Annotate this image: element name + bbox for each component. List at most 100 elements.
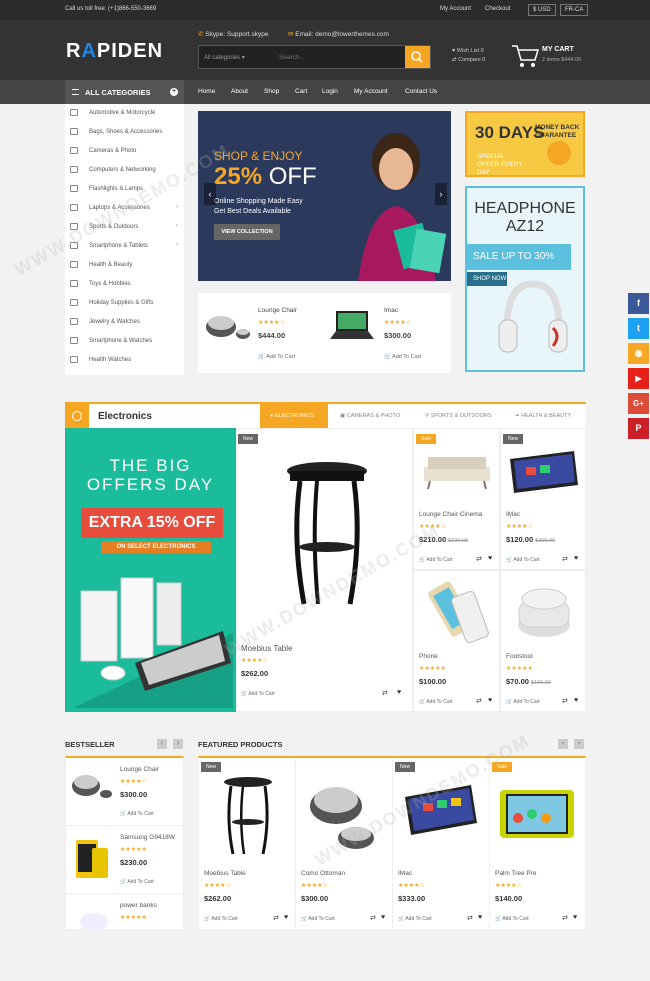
nav-login[interactable]: Login [322,88,338,95]
checkout-link[interactable]: Checkout [485,6,510,12]
product-name[interactable]: Footstool [506,653,533,660]
add-to-cart-button[interactable]: 🛒 Add To Cart [204,916,238,922]
featured-prev-button[interactable]: ‹ [558,739,568,749]
view-collection-button[interactable]: VIEW COLLECTION [214,224,280,240]
compare-icon[interactable]: ⇄ [382,689,388,697]
language-select[interactable]: FR-CA [560,4,589,16]
headphone-banner[interactable]: HEADPHONEAZ12 SALE UP TO 30% OFF SHOP NO… [465,186,585,372]
tab-sports[interactable]: ⚲ SPORTS & OUTDOORS [425,404,510,428]
nav-about[interactable]: About [231,88,248,95]
slider-prev-button[interactable]: ‹ [204,183,216,205]
add-to-cart-button[interactable]: 🛒 Add To Cart [495,916,529,922]
mini-cart[interactable]: MY CART 2 items $444.00 [510,42,585,70]
heart-icon[interactable]: ♥ [381,914,385,921]
product-name[interactable]: IMac [506,511,520,518]
product-name[interactable]: Lounge Chair Cinema [419,511,482,518]
product-card[interactable]: New IMac ★★★★☆ $120.00 $300.00 🛒 Add To … [500,428,586,570]
product-name[interactable]: power banks [120,902,157,909]
nav-my-account[interactable]: My Account [354,88,388,95]
add-to-cart-button[interactable]: 🛒 Add To Cart [120,879,154,885]
heart-icon[interactable]: ♥ [478,914,482,921]
product-card[interactable]: Phone ★★★★★ $100.00 🛒 Add To Cart ⇄ ♥ [413,570,500,712]
add-to-cart-button[interactable]: 🛒 Add To Cart [258,354,295,360]
sidebar-item-automotive[interactable]: Automotive & Motorcycle [65,104,184,123]
compare-link[interactable]: ⇄ Compare 0 [452,56,485,65]
nav-cart[interactable]: Cart [295,88,307,95]
compare-icon[interactable]: ⇄ [273,914,279,922]
product-name[interactable]: Samsung G9418W [120,834,175,841]
compare-icon[interactable]: ⇄ [476,555,482,563]
add-to-cart-button[interactable]: 🛒 Add To Cart [419,699,453,705]
youtube-button[interactable]: ▶ [628,368,649,389]
add-to-cart-button[interactable]: 🛒 Add To Cart [120,811,154,817]
heart-icon[interactable]: ♥ [573,914,577,921]
product-name[interactable]: Moebius Table [204,870,246,877]
search-input[interactable] [279,49,399,65]
tab-electronics[interactable]: ● ELECTRONICS [260,404,328,428]
sidebar-item-cameras[interactable]: Cameras & Photo [65,142,184,161]
product-card[interactable]: Sale Lounge Chair Cinema ★★★★☆ $210.00 $… [413,428,500,570]
list-item[interactable]: power banks ★★★★★ [66,894,185,930]
add-to-cart-button[interactable]: 🛒 Add To Cart [419,557,453,563]
slider-next-button[interactable]: › [435,183,447,205]
bestseller-next-button[interactable]: › [173,739,183,749]
sidebar-item-health-watches[interactable]: Health Watches [65,351,184,370]
nav-contact-us[interactable]: Contact Us [405,88,437,95]
sidebar-item-bags[interactable]: Bags, Shoes & Accessories [65,123,184,142]
money-back-banner[interactable]: 30 DAYS MONEY BACK GUARANTEE SPECIAL OFF… [465,111,585,177]
product-card[interactable]: Sale Palm Tree Pre ★★★★☆ $140.00 🛒 Add T… [490,758,585,930]
search-button[interactable] [405,46,430,68]
product-name[interactable]: Lounge Chair [258,307,297,314]
compare-icon[interactable]: ⇄ [562,914,568,922]
product-card[interactable]: Footstool ★★★★★ $70.00 $100.00 🛒 Add To … [500,570,586,712]
featured-next-button[interactable]: › [574,739,584,749]
sidebar-item-toys[interactable]: Toys & Hobbies [65,275,184,294]
add-to-cart-button[interactable]: 🛒 Add To Cart [506,699,540,705]
add-to-cart-button[interactable]: 🛒 Add To Cart [398,916,432,922]
product-name[interactable]: Lounge Chair [120,766,159,773]
compare-icon[interactable]: ⇄ [467,914,473,922]
list-item[interactable]: Lounge Chair ★★★★☆ $300.00 🛒 Add To Cart [66,758,185,826]
add-to-cart-button[interactable]: 🛒 Add To Cart [384,354,421,360]
hero-slider[interactable]: SHOP & ENJOY 25% OFF Online Shopping Mad… [198,111,451,281]
product-card[interactable]: New Moebius Table ★★★★☆ $262.00 🛒 Add To… [199,758,296,930]
facebook-button[interactable]: f [628,293,649,314]
currency-select[interactable]: $ USD [528,4,556,16]
site-logo[interactable]: RAPIDEN [66,40,163,63]
rss-button[interactable]: ◉ [628,343,649,364]
sidebar-item-jewelry[interactable]: Jewelry & Watches [65,313,184,332]
compare-icon[interactable]: ⇄ [476,697,482,705]
my-account-link[interactable]: My Account [440,6,471,12]
heart-icon[interactable]: ♥ [397,689,401,696]
heart-icon[interactable]: ♥ [574,555,578,562]
sidebar-item-smartwatches[interactable]: Smartphone & Watches [65,332,184,351]
sidebar-item-holiday[interactable]: Holiday Supplies & Gifts [65,294,184,313]
add-to-cart-button[interactable]: 🛒 Add To Cart [301,916,335,922]
add-to-cart-button[interactable]: 🛒 Add To Cart [506,557,540,563]
all-categories-button[interactable]: ALL CATEGORIES + [65,80,184,104]
compare-icon[interactable]: ⇄ [562,697,568,705]
add-to-cart-button[interactable]: 🛒 Add To Cart [241,691,275,697]
product-name[interactable]: IMac [398,870,412,877]
product-name[interactable]: Palm Tree Pre [495,870,537,877]
sidebar-item-health[interactable]: Health & Beauty [65,256,184,275]
mini-product[interactable]: Imac ★★★★☆ $300.00 🛒 Add To Cart [324,299,444,369]
wishlist-link[interactable]: ♥ Wish List 0 [452,47,485,56]
nav-home[interactable]: Home [198,88,215,95]
google-plus-button[interactable]: G+ [628,393,649,414]
tab-health[interactable]: ❧ HEALTH & BEAUTY [515,404,586,428]
search-category-select[interactable]: All categories ▾ [204,54,245,61]
compare-icon[interactable]: ⇄ [370,914,376,922]
bestseller-prev-button[interactable]: ‹ [157,739,167,749]
mini-product[interactable]: Lounge Chair ★★★★☆ $444.00 🛒 Add To Cart [198,299,318,369]
twitter-button[interactable]: t [628,318,649,339]
heart-icon[interactable]: ♥ [284,914,288,921]
list-item[interactable]: Samsung G9418W ★★★★★ $230.00 🛒 Add To Ca… [66,826,185,894]
product-name[interactable]: Como Ottoman [301,870,345,877]
product-name[interactable]: Phone [419,653,438,660]
heart-icon[interactable]: ♥ [488,555,492,562]
big-offers-banner[interactable]: THE BIG OFFERS DAY EXTRA 15% OFF ON SELEC… [65,428,236,712]
heart-icon[interactable]: ♥ [574,697,578,704]
tab-cameras[interactable]: ▣ CAMERAS & PHOTO [340,404,420,428]
compare-icon[interactable]: ⇄ [562,555,568,563]
